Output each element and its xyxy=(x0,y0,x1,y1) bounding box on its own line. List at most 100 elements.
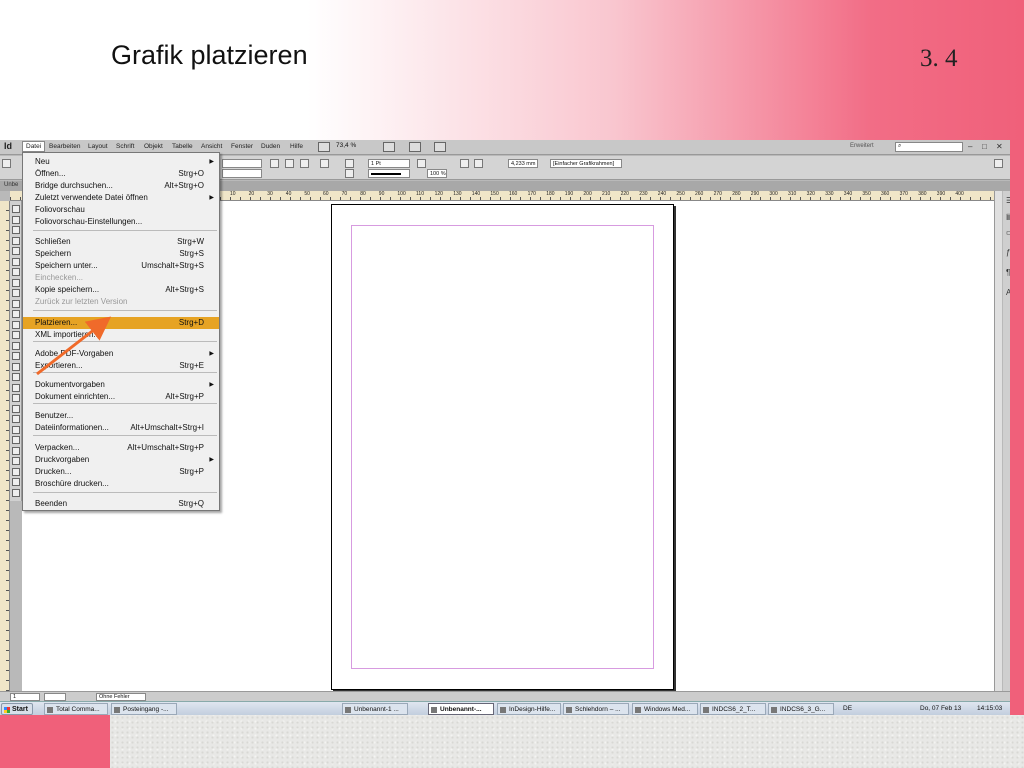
tool-icon[interactable] xyxy=(12,394,20,402)
rotate-icon[interactable] xyxy=(270,159,279,168)
effects-panel-icon[interactable]: ƒ xyxy=(1006,248,1010,261)
tool-icon[interactable] xyxy=(12,362,20,371)
task-schlehdorn[interactable]: Schlehdorn – ... xyxy=(563,703,629,715)
tool-icon[interactable] xyxy=(12,383,20,392)
tool-icon[interactable] xyxy=(12,226,20,234)
tool-icon[interactable] xyxy=(12,236,20,245)
flip-icon[interactable] xyxy=(300,159,309,168)
menu-tabelle[interactable]: Tabelle xyxy=(172,143,193,150)
menu-item-dokument-einrichten[interactable]: Dokument einrichten... Alt+Strg+P xyxy=(23,391,219,403)
task-indesign-hilfe[interactable]: InDesign-Hilfe... xyxy=(497,703,561,715)
tool-icon[interactable] xyxy=(12,320,20,329)
view-options-icon[interactable] xyxy=(383,142,395,152)
task-windows-media[interactable]: Windows Med... xyxy=(632,703,698,715)
tool-icon[interactable] xyxy=(12,299,20,308)
select-container-icon[interactable] xyxy=(320,159,329,168)
paragraph-styles-icon[interactable]: ¶ xyxy=(1006,268,1010,281)
tool-icon[interactable] xyxy=(12,404,20,413)
tool-icon[interactable] xyxy=(12,467,20,476)
menu-duden[interactable]: Duden xyxy=(261,143,280,150)
menu-item-schliessen[interactable]: Schließen Strg+W xyxy=(23,236,219,248)
document-tab[interactable]: Unbe xyxy=(4,182,18,188)
align-icon[interactable] xyxy=(474,159,483,168)
tool-icon[interactable] xyxy=(12,352,20,360)
tool-icon[interactable] xyxy=(12,425,20,434)
tool-icon[interactable] xyxy=(12,278,20,287)
tool-icon[interactable] xyxy=(12,436,20,444)
menu-datei[interactable]: Datei xyxy=(22,141,46,152)
close-icon[interactable]: ✕ xyxy=(996,142,1003,151)
tool-icon[interactable] xyxy=(12,289,20,297)
menu-bearbeiten[interactable]: Bearbeiten xyxy=(49,143,80,150)
vertical-scrollbar[interactable] xyxy=(994,191,1002,691)
task-unbenannt-1[interactable]: Unbenannt-1 ... xyxy=(342,703,408,715)
fill-swatch-icon[interactable] xyxy=(345,159,354,168)
tool-icon[interactable] xyxy=(12,215,20,224)
menu-item-zuletzt-verwendete[interactable]: Zuletzt verwendete Datei öffnen ▶ xyxy=(23,192,219,204)
stroke-swatch-icon[interactable] xyxy=(345,169,354,178)
tool-icon[interactable] xyxy=(12,488,20,497)
menu-item-adobe-pdf-vorgaben[interactable]: Adobe PDF-Vorgaben ▶ xyxy=(23,348,219,360)
menu-schrift[interactable]: Schrift xyxy=(116,143,134,150)
tool-icon[interactable] xyxy=(12,268,20,276)
menu-item-oeffnen[interactable]: Öffnen... Strg+O xyxy=(23,168,219,180)
menu-item-bridge-durchsuchen[interactable]: Bridge durchsuchen... Alt+Strg+O xyxy=(23,180,219,192)
page-number-field[interactable]: 1 xyxy=(10,693,40,701)
object-style-select[interactable]: [Einfacher Grafikrahmen] xyxy=(550,159,622,168)
menu-item-dateiinformationen[interactable]: Dateiinformationen... Alt+Umschalt+Strg+I xyxy=(23,422,219,434)
menu-item-broschuere-drucken[interactable]: Broschüre drucken... xyxy=(23,478,219,490)
y-position-field[interactable] xyxy=(222,169,262,178)
character-styles-icon[interactable]: A xyxy=(1006,288,1010,301)
panel-menu-icon[interactable] xyxy=(994,159,1003,168)
screen-mode-icon[interactable] xyxy=(409,142,421,152)
links-panel-icon[interactable]: ▭ xyxy=(1006,228,1010,241)
tool-icon[interactable] xyxy=(12,478,20,486)
menu-objekt[interactable]: Objekt xyxy=(144,143,163,150)
layers-panel-icon[interactable]: ▤ xyxy=(1006,212,1010,225)
stroke-type-select[interactable] xyxy=(368,169,410,178)
preflight-status[interactable]: Ohne Fehler xyxy=(96,693,146,701)
task-indcs6-3[interactable]: INDCS6_3_G... xyxy=(768,703,834,715)
search-input[interactable]: ⌕ xyxy=(895,142,963,152)
menu-item-xml-importieren[interactable]: XML importieren... xyxy=(23,329,219,341)
menu-ansicht[interactable]: Ansicht xyxy=(201,143,222,150)
opacity-icon[interactable] xyxy=(417,159,426,168)
menu-item-neu[interactable]: Neu ▶ xyxy=(23,156,219,168)
menu-item-druckvorgaben[interactable]: Druckvorgaben ▶ xyxy=(23,454,219,466)
language-indicator[interactable]: DE xyxy=(843,705,852,712)
tool-icon[interactable] xyxy=(12,341,20,350)
menu-item-speichern-unter[interactable]: Speichern unter... Umschalt+Strg+S xyxy=(23,260,219,272)
bridge-icon[interactable] xyxy=(318,142,330,152)
menu-fenster[interactable]: Fenster xyxy=(231,143,253,150)
tool-icon[interactable] xyxy=(12,247,20,255)
menu-item-speichern[interactable]: Speichern Strg+S xyxy=(23,248,219,260)
shear-icon[interactable] xyxy=(285,159,294,168)
offset-field[interactable]: 4,233 mm xyxy=(508,159,538,168)
task-posteingang[interactable]: Posteingang -... xyxy=(111,703,177,715)
page-nav[interactable] xyxy=(44,693,66,701)
zoom-level[interactable]: 73,4 % xyxy=(336,142,356,149)
menu-item-dokumentvorgaben[interactable]: Dokumentvorgaben ▶ xyxy=(23,379,219,391)
task-indcs6-2[interactable]: INDCS6_2_T... xyxy=(700,703,766,715)
start-button[interactable]: Start xyxy=(1,703,33,715)
tool-icon[interactable] xyxy=(12,257,20,266)
document-page[interactable] xyxy=(331,204,674,690)
x-position-field[interactable] xyxy=(222,159,262,168)
stroke-weight-field[interactable]: 1 Pt xyxy=(368,159,410,168)
tool-icon[interactable] xyxy=(12,457,20,465)
menu-hilfe[interactable]: Hilfe xyxy=(290,143,303,150)
arrange-documents-icon[interactable] xyxy=(434,142,446,152)
menu-item-foliovorschau-einstellungen[interactable]: Foliovorschau-Einstellungen... xyxy=(23,216,219,228)
tool-icon[interactable] xyxy=(12,415,20,423)
tool-icon[interactable] xyxy=(12,373,20,381)
tool-icon[interactable] xyxy=(12,310,20,318)
tool-icon[interactable] xyxy=(12,205,20,213)
menu-layout[interactable]: Layout xyxy=(88,143,108,150)
menu-item-verpacken[interactable]: Verpacken... Alt+Umschalt+Strg+P xyxy=(23,442,219,454)
menu-item-kopie-speichern[interactable]: Kopie speichern... Alt+Strg+S xyxy=(23,284,219,296)
minimize-icon[interactable]: – xyxy=(968,142,972,151)
menu-item-beenden[interactable]: Beenden Strg+Q xyxy=(23,498,219,510)
menu-item-drucken[interactable]: Drucken... Strg+P xyxy=(23,466,219,478)
workspace-switcher[interactable]: Erweitert xyxy=(850,143,874,149)
task-total-commander[interactable]: Total Comma... xyxy=(44,703,108,715)
